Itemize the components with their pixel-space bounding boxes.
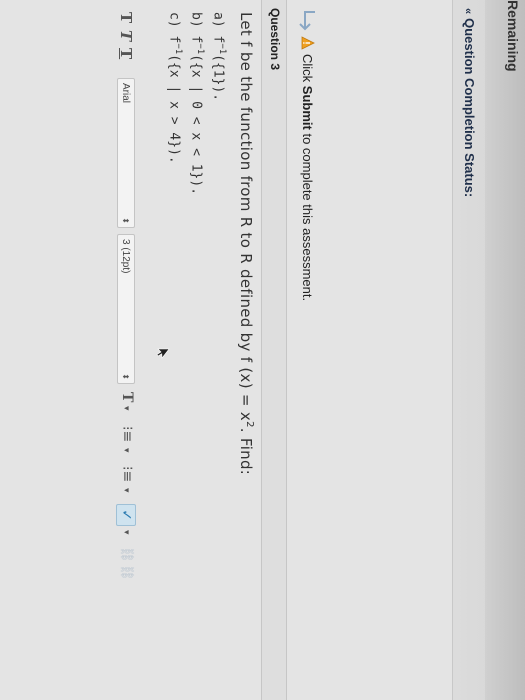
question-text-suffix: . Find:	[237, 427, 255, 476]
return-arrow-icon	[299, 11, 315, 31]
question-part-b: b) f−1({x | 0 < x < 1}).	[189, 12, 205, 195]
spellcheck-button[interactable]: ✓	[116, 504, 136, 526]
part-arg: ({1}).	[210, 54, 226, 102]
part-arg: ({x | 0 < x < 1}).	[188, 54, 204, 196]
monitor-screen: Remaining « Question Completion Status: C…	[0, 0, 525, 700]
text-color-button[interactable]: T	[119, 392, 135, 402]
part-sup: −1	[173, 43, 183, 55]
font-size-value: 3 (12pt)	[120, 239, 131, 274]
mouse-cursor-icon	[156, 348, 170, 359]
chevron-down-icon[interactable]: ▾	[121, 488, 131, 493]
ordered-list-button[interactable]: ⁝≡	[119, 466, 135, 482]
chevron-down-icon[interactable]: ▾	[121, 406, 131, 411]
part-label: c)	[166, 12, 182, 36]
font-family-value: Arial	[120, 83, 131, 104]
question-title: Question 3	[268, 8, 282, 71]
unordered-list-button[interactable]: ⁝≡	[119, 426, 135, 442]
part-label: b)	[188, 12, 204, 36]
chevron-down-icon[interactable]: ▾	[121, 448, 131, 453]
question-part-c: c) f−1({x | x > 4}).	[167, 12, 183, 164]
instructions-submit-word: Submit	[300, 85, 315, 130]
chevron-down-icon[interactable]: ▾	[121, 530, 131, 535]
font-family-select[interactable]: Arial ⬍	[117, 78, 135, 228]
part-sup: −1	[217, 43, 227, 55]
instructions-prefix: Click	[300, 54, 315, 86]
select-arrows-icon: ⬍	[121, 373, 130, 380]
timer-label: Remaining	[505, 0, 521, 72]
top-bar: Remaining	[485, 0, 525, 700]
unlink-icon[interactable]: ⛓	[119, 564, 134, 581]
link-icon[interactable]: ⛓	[119, 546, 134, 563]
select-arrows-icon: ⬍	[121, 217, 130, 224]
question-text-prefix: Let f be the function from R to R define…	[237, 12, 255, 422]
completion-status-label: Question Completion Status:	[462, 18, 477, 198]
completion-status[interactable]: « Question Completion Status:	[462, 8, 477, 197]
question-part-a: a) f−1({1}).	[211, 12, 227, 101]
question-text: Let f be the function from R to R define…	[237, 12, 255, 475]
underline-button[interactable]: T	[117, 48, 135, 59]
warning-icon	[301, 36, 315, 50]
bold-button[interactable]: T	[117, 12, 135, 23]
part-label: a)	[210, 12, 226, 36]
question-exponent: 2	[244, 421, 255, 428]
part-sup: −1	[195, 43, 205, 55]
italic-button[interactable]: T	[117, 30, 135, 41]
assessment-page: Remaining « Question Completion Status: C…	[0, 0, 525, 700]
submit-instructions: Click Submit to complete this assessment…	[300, 36, 315, 301]
part-arg: ({x | x > 4}).	[166, 54, 182, 164]
question-header: Question 3	[261, 0, 287, 700]
editor-toolbar: T T T Arial ⬍ 3 (12pt) ⬍ T ▾ ⁝≡ ▾ ⁝≡ ▾ ✓	[111, 8, 137, 608]
collapse-icon[interactable]: «	[462, 8, 474, 14]
content-panel	[0, 0, 453, 700]
font-size-select[interactable]: 3 (12pt) ⬍	[117, 234, 135, 384]
instructions-suffix: to complete this assessment.	[300, 129, 315, 302]
